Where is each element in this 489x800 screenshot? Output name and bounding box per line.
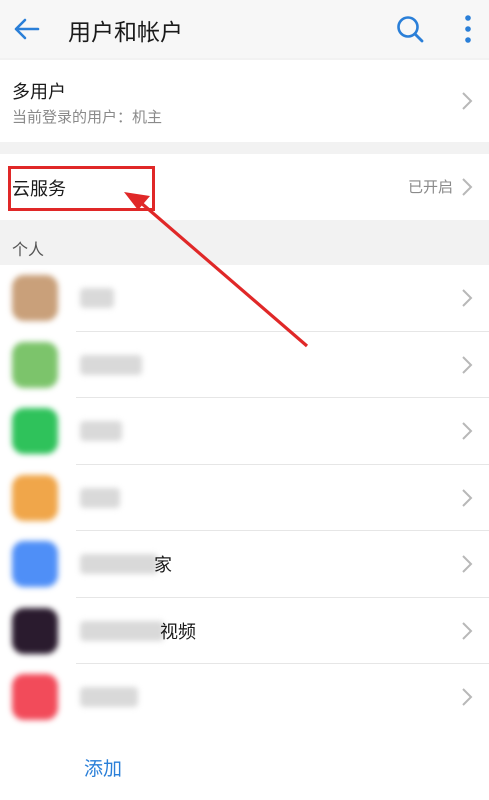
account-app-icon — [12, 474, 58, 521]
account-app-icon — [12, 408, 58, 454]
account-name-blurred — [80, 554, 158, 574]
account-app-icon — [12, 341, 58, 388]
section-title-personal: 个人 — [12, 240, 45, 259]
account-row[interactable]: 视频 — [0, 598, 489, 664]
annotation-highlight-box — [8, 166, 155, 211]
account-name-blurred — [80, 354, 142, 375]
add-account-link[interactable]: 添加 — [84, 754, 122, 781]
chevron-right-icon — [462, 92, 473, 110]
account-row[interactable] — [0, 265, 489, 332]
account-name-blurred — [80, 487, 120, 508]
account-app-icon — [12, 607, 58, 654]
account-name-blurred — [80, 687, 138, 707]
search-icon[interactable] — [393, 12, 427, 46]
cloud-service-status: 已开启 — [407, 178, 453, 196]
back-arrow-icon[interactable] — [10, 12, 44, 46]
account-row[interactable] — [0, 332, 489, 398]
chevron-right-icon — [462, 488, 473, 507]
chevron-right-icon — [462, 178, 473, 196]
account-name-suffix: 家 — [154, 555, 172, 576]
chevron-right-icon — [462, 621, 473, 640]
account-name-blurred — [80, 620, 164, 641]
more-options-icon[interactable] — [456, 12, 480, 46]
account-app-icon — [12, 275, 58, 321]
account-name-blurred — [80, 421, 122, 441]
chevron-right-icon — [462, 688, 473, 706]
account-row[interactable] — [0, 398, 489, 465]
account-name-suffix: 视频 — [160, 621, 196, 643]
chevron-right-icon — [462, 555, 473, 573]
page-title: 用户和帐户 — [68, 20, 183, 46]
chevron-right-icon — [462, 355, 473, 374]
account-row[interactable]: 家 — [0, 531, 489, 598]
multi-user-title: 多用户 — [12, 82, 66, 103]
account-app-icon — [12, 674, 58, 720]
account-row[interactable] — [0, 664, 489, 731]
chevron-right-icon — [462, 289, 473, 307]
account-app-icon — [12, 541, 58, 587]
account-row[interactable] — [0, 465, 489, 531]
app-bar: 用户和帐户 — [0, 0, 489, 58]
chevron-right-icon — [462, 422, 473, 440]
multi-user-subtitle: 当前登录的用户：机主 — [12, 108, 163, 126]
account-name-blurred — [80, 288, 114, 308]
multi-user-row[interactable] — [0, 60, 489, 142]
